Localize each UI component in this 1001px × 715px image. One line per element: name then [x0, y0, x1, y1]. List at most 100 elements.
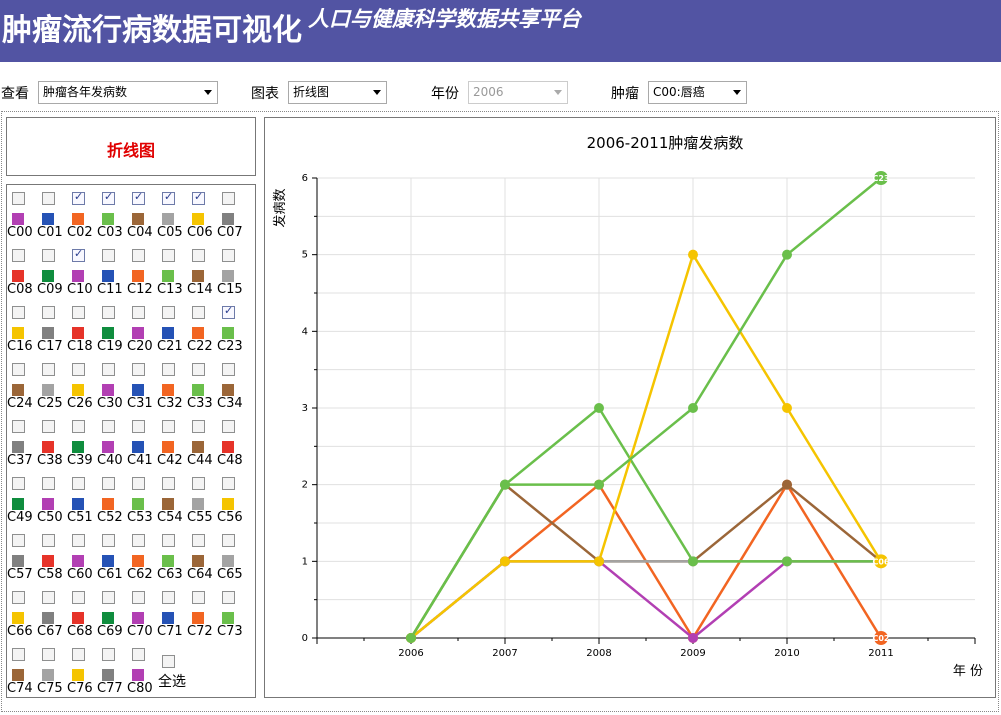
tumor-checkbox-c62[interactable]: [132, 534, 145, 547]
tumor-checkbox-c74[interactable]: [12, 648, 25, 661]
tumor-checkbox-c30[interactable]: [102, 363, 115, 376]
tumor-checkbox-c03[interactable]: [102, 190, 115, 205]
tumor-checkbox-c69[interactable]: [102, 591, 115, 604]
view-select-value: 肿瘤各年发病数: [43, 85, 128, 99]
tumor-checkbox-c53[interactable]: [132, 477, 145, 490]
tumor-color-swatch: [192, 555, 204, 567]
tumor-checkbox-c51[interactable]: [72, 477, 85, 490]
tumor-code-label: C10: [67, 282, 93, 297]
tumor-checkbox-c32[interactable]: [162, 363, 175, 376]
tumor-checkbox-c49[interactable]: [12, 477, 25, 490]
x-tick-label: 2009: [680, 648, 705, 659]
tumor-checkbox-c50[interactable]: [42, 477, 55, 490]
tumor-select[interactable]: C00:唇癌: [648, 81, 747, 104]
tumor-code-label: C02: [67, 225, 93, 240]
tumor-checkbox-c16[interactable]: [12, 306, 25, 319]
tumor-checkbox-c77[interactable]: [102, 648, 115, 661]
tumor-checkbox-c18[interactable]: [72, 306, 85, 319]
tumor-checkbox-c05[interactable]: [162, 190, 175, 205]
x-tick-label: 2007: [492, 648, 517, 659]
tumor-checkbox-c68[interactable]: [72, 591, 85, 604]
tumor-checkbox-c65[interactable]: [222, 534, 235, 547]
tumor-checkbox-c55[interactable]: [192, 477, 205, 490]
tumor-code-label: C70: [127, 624, 153, 639]
tumor-checkbox-c37[interactable]: [12, 420, 25, 433]
tumor-checkbox-c09[interactable]: [42, 249, 55, 262]
tumor-checkbox-c70[interactable]: [132, 591, 145, 604]
tumor-checkbox-c08[interactable]: [12, 249, 25, 262]
tumor-color-swatch: [42, 669, 54, 681]
tumor-checkbox-c11[interactable]: [102, 249, 115, 262]
tumor-checkbox-c67[interactable]: [42, 591, 55, 604]
chart-type-select[interactable]: 折线图: [288, 81, 387, 104]
tumor-checkbox-c23[interactable]: [222, 304, 235, 319]
tumor-checkbox-c31[interactable]: [132, 363, 145, 376]
tumor-code-label: C51: [67, 510, 93, 525]
tumor-checkbox-c61[interactable]: [102, 534, 115, 547]
tumor-checkbox-c64[interactable]: [192, 534, 205, 547]
data-point-c03: [688, 556, 698, 567]
tumor-checkbox-c80[interactable]: [132, 648, 145, 661]
tumor-checkbox-c38[interactable]: [42, 420, 55, 433]
tumor-checkbox-c25[interactable]: [42, 363, 55, 376]
select-all-checkbox[interactable]: [162, 655, 175, 668]
tumor-checkbox-c63[interactable]: [162, 534, 175, 547]
tumor-checkbox-c22[interactable]: [192, 306, 205, 319]
tumor-checkbox-c00[interactable]: [12, 192, 25, 205]
chart-type-title-box: 折线图: [6, 117, 256, 176]
tumor-checkbox-c12[interactable]: [132, 249, 145, 262]
tumor-color-swatch: [72, 612, 84, 624]
tumor-checkbox-c15[interactable]: [222, 249, 235, 262]
tumor-color-swatch: [192, 213, 204, 225]
tumor-color-swatch: [12, 270, 24, 282]
tumor-checkbox-c01[interactable]: [42, 192, 55, 205]
tumor-checkbox-c48[interactable]: [222, 420, 235, 433]
year-select[interactable]: 2006: [468, 81, 568, 104]
tumor-checkbox-c44[interactable]: [192, 420, 205, 433]
tumor-checkbox-c34[interactable]: [222, 363, 235, 376]
tumor-checkbox-c33[interactable]: [192, 363, 205, 376]
data-point-c23: [782, 249, 792, 260]
tumor-color-swatch: [132, 498, 144, 510]
tumor-checkbox-c52[interactable]: [102, 477, 115, 490]
tumor-color-swatch: [132, 384, 144, 396]
tumor-checkbox-c26[interactable]: [72, 363, 85, 376]
tumor-checkbox-c54[interactable]: [162, 477, 175, 490]
tumor-checkbox-c04[interactable]: [132, 190, 145, 205]
tumor-checkbox-c76[interactable]: [72, 648, 85, 661]
tumor-checkbox-c20[interactable]: [132, 306, 145, 319]
tumor-code-label: C38: [37, 453, 63, 468]
tumor-checkbox-c56[interactable]: [222, 477, 235, 490]
tumor-checkbox-c07[interactable]: [222, 192, 235, 205]
tumor-checkbox-c40[interactable]: [102, 420, 115, 433]
tumor-checkbox-c58[interactable]: [42, 534, 55, 547]
tumor-checkbox-c72[interactable]: [192, 591, 205, 604]
tumor-checkbox-c14[interactable]: [192, 249, 205, 262]
tumor-color-swatch: [102, 441, 114, 453]
tumor-code-label: C65: [217, 567, 243, 582]
header-banner: 肿瘤流行病数据可视化 人口与健康科学数据共享平台: [0, 0, 1001, 62]
tumor-checkbox-c02[interactable]: [72, 190, 85, 205]
tumor-checkbox-c06[interactable]: [192, 190, 205, 205]
tumor-color-swatch: [72, 213, 84, 225]
tumor-checkbox-c42[interactable]: [162, 420, 175, 433]
tumor-checkbox-c73[interactable]: [222, 591, 235, 604]
view-select[interactable]: 肿瘤各年发病数: [38, 81, 218, 104]
tumor-checkbox-c19[interactable]: [102, 306, 115, 319]
tumor-checkbox-c24[interactable]: [12, 363, 25, 376]
tumor-code-label: C18: [67, 339, 93, 354]
tumor-color-swatch: [102, 213, 114, 225]
tumor-checkbox-c66[interactable]: [12, 591, 25, 604]
tumor-checkbox-c13[interactable]: [162, 249, 175, 262]
line-chart: 0 1 2 3 4 5 6 2006 2007 2008 2009 2010 2011 2006-2011…: [272, 134, 983, 679]
tumor-checkbox-c57[interactable]: [12, 534, 25, 547]
tumor-checkbox-c71[interactable]: [162, 591, 175, 604]
tumor-checkbox-c75[interactable]: [42, 648, 55, 661]
data-point-c06: [688, 249, 698, 260]
tumor-checkbox-c41[interactable]: [132, 420, 145, 433]
tumor-checkbox-c17[interactable]: [42, 306, 55, 319]
tumor-checkbox-c39[interactable]: [72, 420, 85, 433]
tumor-checkbox-c10[interactable]: [72, 247, 85, 262]
tumor-checkbox-c60[interactable]: [72, 534, 85, 547]
tumor-checkbox-c21[interactable]: [162, 306, 175, 319]
